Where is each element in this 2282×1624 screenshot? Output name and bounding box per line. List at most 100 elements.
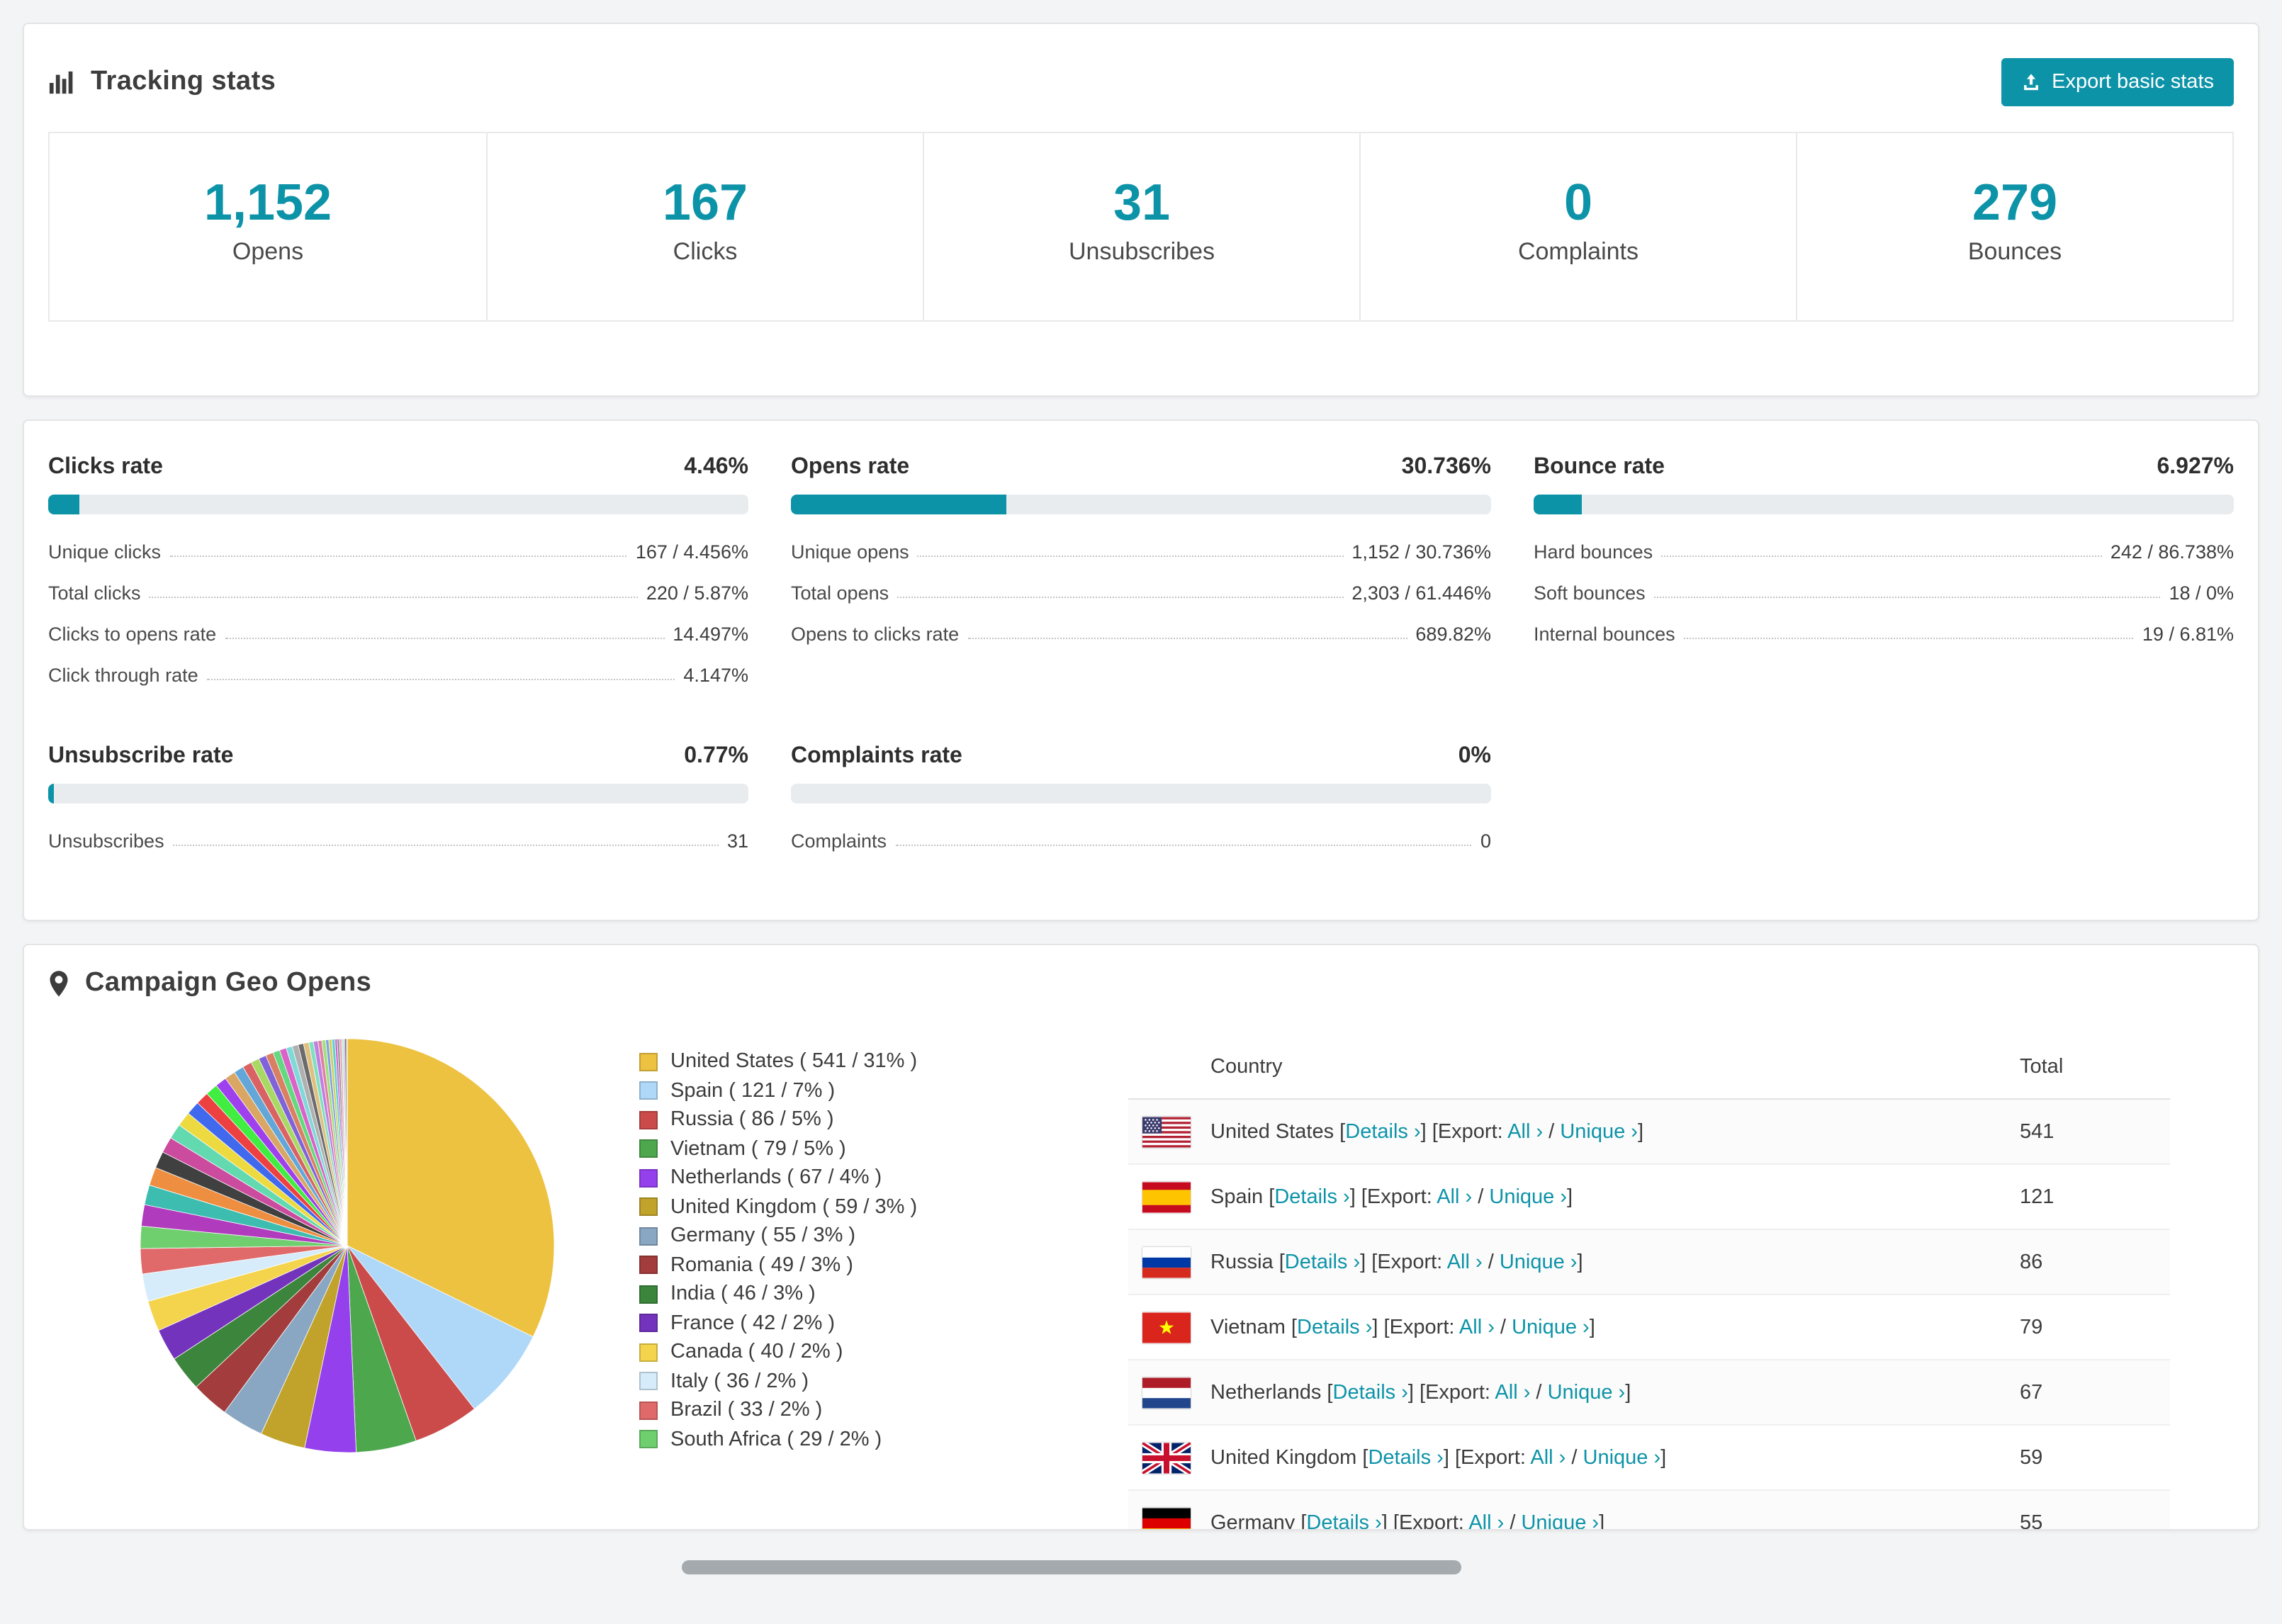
total-cell: 59: [2020, 1446, 2043, 1469]
flag-vn-icon: [1142, 1312, 1191, 1343]
geo-row-united-kingdom: United Kingdom [Details ›] [Export: All …: [1128, 1426, 2170, 1491]
legend-item-vietnam: Vietnam ( 79 / 5% ): [639, 1134, 917, 1163]
details-link[interactable]: Details ›: [1333, 1381, 1408, 1404]
rate-percent: 6.927%: [2157, 455, 2234, 479]
dotted-leader: [169, 556, 627, 557]
legend-swatch: [639, 1343, 658, 1362]
legend-label: India ( 46 / 3% ): [670, 1282, 816, 1306]
legend-item-brazil: Brazil ( 33 / 2% ): [639, 1396, 917, 1425]
rate-row-clicks-to-opens-rate: Clicks to opens rate 14.497%: [48, 614, 748, 655]
dotted-leader: [1653, 597, 2161, 598]
export-all-link[interactable]: All ›: [1507, 1120, 1543, 1143]
rate-rows: Complaints 0: [791, 821, 1491, 862]
geo-pie-wrap: [137, 1036, 557, 1455]
details-link[interactable]: Details ›: [1345, 1120, 1420, 1143]
legend-label: Netherlands ( 67 / 4% ): [670, 1166, 882, 1190]
export-all-link[interactable]: All ›: [1437, 1185, 1472, 1208]
rate-title: Complaints rate: [791, 744, 962, 768]
stat-label: Unsubscribes: [1069, 238, 1215, 265]
legend-label: Canada ( 40 / 2% ): [670, 1341, 843, 1364]
details-link[interactable]: Details ›: [1274, 1185, 1349, 1208]
rate-row-label: Soft bounces: [1534, 582, 1646, 604]
rate-row-label: Hard bounces: [1534, 541, 1653, 563]
details-link[interactable]: Details ›: [1368, 1446, 1443, 1469]
dotted-leader: [206, 679, 675, 680]
rate-title: Unsubscribe rate: [48, 744, 234, 768]
export-unique-link[interactable]: Unique ›: [1489, 1185, 1567, 1208]
rate-row-unsubscribes: Unsubscribes 31: [48, 821, 748, 862]
legend-item-united-kingdom: United Kingdom ( 59 / 3% ): [639, 1192, 917, 1222]
country-cell: Germany [Details ›] [Export: All › / Uni…: [1210, 1511, 2020, 1530]
rates-grid: Clicks rate 4.46% Unique clicks 167 / 4.456…: [48, 444, 2234, 862]
rate-row-label: Internal bounces: [1534, 624, 1675, 645]
geo-row-united-states: United States [Details ›] [Export: All ›…: [1128, 1100, 2170, 1165]
rate-row-unique-clicks: Unique clicks 167 / 4.456%: [48, 531, 748, 573]
export-all-link[interactable]: All ›: [1468, 1511, 1504, 1529]
legend-label: Romania ( 49 / 3% ): [670, 1253, 853, 1277]
export-all-link[interactable]: All ›: [1530, 1446, 1566, 1469]
legend-swatch: [639, 1197, 658, 1217]
export-unique-link[interactable]: Unique ›: [1548, 1381, 1626, 1404]
dotted-leader: [1683, 638, 2134, 639]
export-unique-link[interactable]: Unique ›: [1583, 1446, 1661, 1469]
export-all-link[interactable]: All ›: [1495, 1381, 1530, 1404]
campaign-geo-opens-card: Campaign Geo Opens United States ( 541 /…: [23, 944, 2259, 1530]
stat-label: Opens: [232, 238, 304, 265]
legend-swatch: [639, 1256, 658, 1275]
details-link[interactable]: Details ›: [1297, 1316, 1372, 1338]
rate-progress-bar: [791, 784, 1491, 803]
rate-head: Opens rate 30.736%: [791, 455, 1491, 480]
stat-bounces: 279 Bounces: [1796, 133, 2232, 320]
tracking-stats-title: Tracking stats: [91, 67, 276, 96]
tracking-stats-header: Tracking stats Export basic stats: [24, 24, 2258, 132]
rate-row-value: 31: [726, 830, 748, 852]
export-unique-link[interactable]: Unique ›: [1521, 1511, 1599, 1529]
export-label: Export:: [1389, 1316, 1455, 1338]
stat-label: Bounces: [1967, 238, 2062, 265]
export-basic-stats-button[interactable]: Export basic stats: [2001, 58, 2234, 106]
horizontal-scrollbar[interactable]: [682, 1560, 1461, 1574]
legend-swatch: [639, 1430, 658, 1449]
rate-percent: 0.77%: [684, 744, 748, 768]
rate-panel-clicks-rate: Clicks rate 4.46% Unique clicks 167 / 4.456…: [48, 444, 748, 696]
dotted-leader: [967, 638, 1407, 639]
legend-item-netherlands: Netherlands ( 67 / 4% ): [639, 1163, 917, 1192]
total-cell: 55: [2020, 1511, 2043, 1530]
details-link[interactable]: Details ›: [1285, 1251, 1360, 1273]
export-all-link[interactable]: All ›: [1459, 1316, 1495, 1338]
export-icon: [2020, 72, 2040, 92]
rate-head: Unsubscribe rate 0.77%: [48, 744, 748, 769]
rate-rows: Hard bounces 242 / 86.738% Soft bounces 18 …: [1534, 531, 2234, 655]
column-country: Country: [1210, 1056, 1283, 1078]
rate-row-value: 18 / 0%: [2169, 582, 2234, 604]
geo-table: Country Total United States [Details ›] …: [1128, 1036, 2170, 1530]
country-cell: United Kingdom [Details ›] [Export: All …: [1210, 1446, 1667, 1469]
rate-percent: 0%: [1458, 744, 1491, 768]
stat-label: Complaints: [1517, 238, 1639, 265]
legend-item-russia: Russia ( 86 / 5% ): [639, 1105, 917, 1134]
legend-swatch: [639, 1372, 658, 1391]
country-name: Spain: [1210, 1185, 1264, 1208]
dotted-leader: [897, 597, 1344, 598]
rate-row-value: 0: [1480, 830, 1491, 852]
country-name: United Kingdom: [1210, 1446, 1357, 1469]
stat-unsubscribes: 31 Unsubscribes: [923, 133, 1359, 320]
rate-row-value: 167 / 4.456%: [635, 541, 748, 563]
rate-row-unique-opens: Unique opens 1,152 / 30.736%: [791, 531, 1491, 573]
rate-row-total-opens: Total opens 2,303 / 61.446%: [791, 573, 1491, 614]
export-unique-link[interactable]: Unique ›: [1500, 1251, 1578, 1273]
flag-de-icon: [1142, 1507, 1191, 1529]
export-unique-link[interactable]: Unique ›: [1512, 1316, 1590, 1338]
rate-panel-opens-rate: Opens rate 30.736% Unique opens 1,152 / 30.…: [791, 444, 1491, 696]
export-label: Export:: [1398, 1511, 1464, 1530]
export-all-link[interactable]: All ›: [1447, 1251, 1483, 1273]
export-unique-link[interactable]: Unique ›: [1560, 1120, 1638, 1143]
flag-nl-icon: [1142, 1377, 1191, 1408]
details-link[interactable]: Details ›: [1306, 1511, 1381, 1529]
geo-row-netherlands: Netherlands [Details ›] [Export: All › /…: [1128, 1360, 2170, 1426]
rates-card: Clicks rate 4.46% Unique clicks 167 / 4.456…: [23, 419, 2259, 921]
export-button-label: Export basic stats: [2052, 71, 2214, 94]
rate-row-value: 14.497%: [673, 624, 748, 645]
geo-legend: United States ( 541 / 31% ) Spain ( 121 /…: [639, 1047, 917, 1454]
legend-label: France ( 42 / 2% ): [670, 1312, 836, 1335]
